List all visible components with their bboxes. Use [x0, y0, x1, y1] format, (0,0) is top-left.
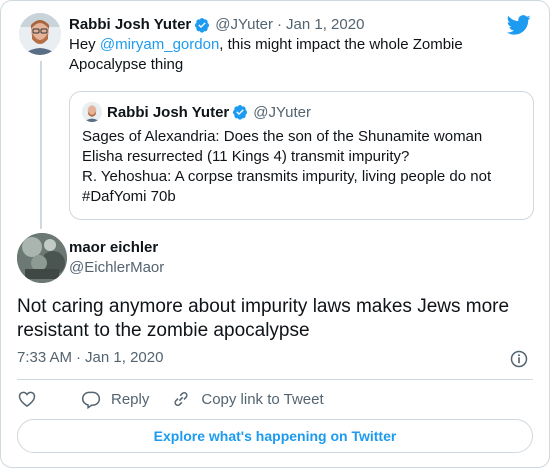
quoted-author-avatar: [82, 102, 102, 122]
heart-icon: [18, 391, 36, 407]
parent-tweet-date[interactable]: Jan 1, 2020: [286, 16, 364, 33]
twitter-bird-icon[interactable]: [507, 15, 531, 35]
avatar-photo: [19, 13, 61, 55]
main-author-handle[interactable]: @EichlerMaor: [69, 259, 164, 276]
separator-dot: ·: [277, 16, 283, 33]
quoted-line-1: Sages of Alexandria: Does the son of the…: [82, 128, 483, 165]
parent-tweet-body: Rabbi Josh Yuter @JYuter · Jan 1, 2020 H…: [69, 16, 509, 75]
copy-link-label: Copy link to Tweet: [201, 390, 324, 408]
parent-author-avatar[interactable]: [19, 13, 61, 55]
quoted-tweet[interactable]: Rabbi Josh Yuter @JYuter Sages of Alexan…: [69, 91, 534, 220]
parent-author-name[interactable]: Rabbi Josh Yuter: [69, 16, 191, 33]
parent-author-row: Rabbi Josh Yuter @JYuter · Jan 1, 2020: [69, 16, 509, 33]
divider: [17, 379, 533, 380]
quoted-tweet-text: Sages of Alexandria: Does the son of the…: [82, 127, 521, 207]
verified-badge-icon: [195, 17, 210, 33]
tweet-timestamp[interactable]: 7:33 AM · Jan 1, 2020: [17, 349, 163, 366]
quoted-line-2: R. Yehoshua: A corpse transmits impurity…: [82, 168, 492, 205]
parent-tweet-text: Hey @miryam_gordon, this might impact th…: [69, 35, 509, 75]
reply-label: Reply: [111, 390, 150, 408]
verified-badge-icon: [233, 105, 248, 120]
main-tweet-text: Not caring anymore about impurity laws m…: [17, 296, 510, 341]
quoted-author-name: Rabbi Josh Yuter: [107, 103, 230, 121]
reply-button[interactable]: Reply: [81, 389, 149, 409]
separator-dot: ·: [76, 349, 82, 366]
avatar-photo: [17, 233, 67, 283]
explore-twitter-button[interactable]: Explore what's happening on Twitter: [17, 419, 533, 453]
tweet-date[interactable]: Jan 1, 2020: [85, 349, 163, 366]
mention-link[interactable]: @miryam_gordon: [100, 36, 219, 53]
info-icon[interactable]: [509, 349, 529, 369]
thread-connector-line: [40, 61, 42, 229]
quoted-author-row: Rabbi Josh Yuter @JYuter: [82, 102, 521, 122]
parent-text-before: Hey: [69, 36, 100, 53]
avatar-photo: [82, 102, 102, 122]
embedded-tweet-card: Rabbi Josh Yuter @JYuter · Jan 1, 2020 H…: [0, 0, 550, 468]
quoted-author-handle: @JYuter: [253, 103, 312, 121]
tweet-actions: Reply Copy link to Tweet: [17, 389, 346, 409]
copy-link-button[interactable]: Copy link to Tweet: [171, 389, 324, 409]
link-icon: [174, 392, 188, 406]
tweet-time[interactable]: 7:33 AM: [17, 349, 72, 366]
reply-icon: [81, 391, 101, 409]
main-author-name[interactable]: maor eichler: [69, 239, 158, 256]
main-author-avatar[interactable]: [17, 233, 67, 283]
parent-author-handle[interactable]: @JYuter: [215, 16, 273, 33]
main-author-names: maor eichler @EichlerMaor: [69, 239, 164, 276]
like-button[interactable]: [17, 389, 37, 409]
